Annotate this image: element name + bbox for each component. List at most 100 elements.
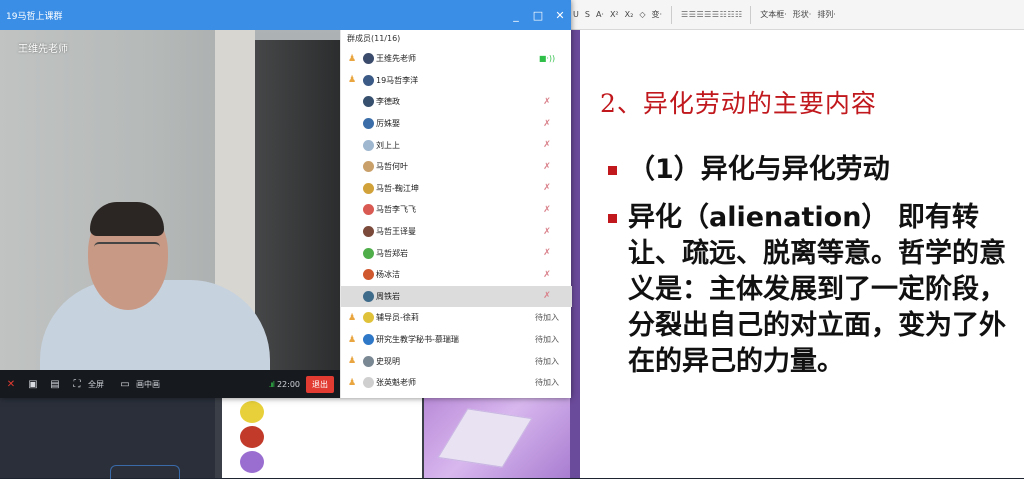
minimize-button[interactable]: _ [505, 9, 527, 22]
member-status: 待加入 [535, 378, 559, 388]
member-row[interactable]: ♟ 王维先老师 ■·)) [341, 48, 572, 70]
close-button[interactable]: ✕ [549, 9, 571, 22]
presentation-toolbar: U S A· X² X₂ ◇ 变· ☰ ☰ ☰ ☰ ☰ ☷ ☷ ☷ 文本框· 形… [570, 0, 1024, 30]
member-row[interactable]: 刘上上 ✗ [341, 134, 572, 156]
presenter-glasses [94, 242, 160, 252]
member-row[interactable]: ♟ 19马哲李洋 [341, 70, 572, 92]
presenter-icon[interactable]: ▤ [44, 379, 66, 390]
avatar [363, 247, 374, 259]
clear-format-button[interactable]: ◇ [636, 10, 648, 19]
member-count: 群成员(11/16) [347, 34, 401, 43]
background-cabinet [255, 40, 340, 370]
avatar [363, 118, 374, 130]
member-row[interactable]: ♟ 辅导员-徐莉 待加入 [341, 307, 572, 329]
mic-muted-icon: ✗ [543, 118, 551, 129]
avatar [363, 204, 374, 216]
mic-muted-icon: ✗ [543, 161, 551, 172]
avatar [363, 96, 374, 108]
title-bar[interactable]: 19马哲上课群 _ □ ✕ [0, 0, 571, 30]
maximize-button[interactable]: □ [527, 9, 549, 22]
strikethrough-button[interactable]: S [582, 10, 593, 19]
member-name: 马哲何叶 [376, 162, 408, 172]
slide-decoration [424, 395, 574, 478]
presenter-hair [90, 202, 164, 236]
person-icon: ♟ [347, 53, 357, 64]
member-row[interactable]: ♟ 张英魁老师 待加入 [341, 372, 572, 394]
mic-muted-icon: ✗ [543, 248, 551, 259]
member-name: 张英魁老师 [376, 378, 416, 388]
fullscreen-icon[interactable]: ⛶ [66, 379, 88, 390]
member-row[interactable]: 马哲郑岩 ✗ [341, 242, 572, 264]
member-row[interactable]: ♟ 史现明 待加入 [341, 350, 572, 372]
member-row[interactable]: 厉姝娶 ✗ [341, 113, 572, 135]
speaking-icon: ■·)) [538, 54, 556, 64]
toolbar-divider [671, 5, 673, 24]
superscript-button[interactable]: X² [607, 10, 622, 19]
subscript-button[interactable]: X₂ [622, 10, 637, 19]
bullet-text: （1）异化与异化劳动 [628, 154, 890, 185]
underline-button[interactable]: U [570, 10, 582, 19]
mic-muted-icon: ✗ [543, 269, 551, 280]
avatar [363, 182, 374, 194]
window-title: 19马哲上课群 [6, 11, 63, 22]
member-row[interactable]: 马哲王译曼 ✗ [341, 221, 572, 243]
slide-heading: 2、异化劳动的主要内容 [600, 89, 877, 118]
avatar [363, 334, 374, 346]
member-row[interactable]: 周铁岩 ✗ [341, 285, 572, 308]
mic-muted-icon: ✗ [543, 204, 551, 215]
person-icon: ♟ [347, 75, 357, 86]
change-case-button[interactable]: 变· [648, 9, 665, 20]
mic-muted-icon: ✗ [543, 96, 551, 107]
person-icon: ♟ [347, 334, 357, 345]
fullscreen-button[interactable]: 全屏 [88, 379, 104, 390]
shape-button[interactable]: 形状· [790, 9, 815, 20]
person-icon: ♟ [347, 377, 357, 388]
slide-bullet: （1）异化与异化劳动 [608, 152, 1008, 188]
member-status: 待加入 [535, 313, 559, 323]
video-feed[interactable]: 王维先老师 [0, 30, 340, 370]
avatar [363, 269, 374, 281]
mini-slide-icon [240, 401, 264, 423]
mic-muted-icon: ✗ [543, 183, 551, 194]
member-name: 刘上上 [376, 140, 400, 150]
textbox-button[interactable]: 文本框· [757, 9, 790, 20]
book-illustration [437, 408, 533, 468]
member-name: 19马哲李洋 [376, 75, 419, 85]
pip-button[interactable]: 画中画 [136, 379, 160, 390]
member-name: 辅导员-徐莉 [376, 313, 419, 323]
arrange-button[interactable]: 排列· [814, 9, 839, 20]
thumbnail-frame [110, 465, 180, 479]
member-name: 周铁岩 [376, 291, 400, 301]
avatar [363, 161, 374, 173]
pip-icon[interactable]: ▭ [114, 379, 136, 390]
member-name: 研究生教学秘书-慕瑞瑞 [376, 335, 459, 345]
align-icons[interactable]: ☰ ☰ ☰ ☰ ☰ ☷ ☷ ☷ [678, 10, 744, 19]
mic-muted-icon: ✗ [543, 291, 551, 302]
presenter-name: 王维先老师 [18, 44, 68, 55]
person-icon: ♟ [347, 312, 357, 323]
font-color-button[interactable]: A· [593, 10, 607, 19]
avatar [363, 53, 374, 65]
member-name: 王维先老师 [376, 54, 416, 64]
mini-slide-icon [240, 426, 264, 448]
member-row[interactable]: 杨冰洁 ✗ [341, 264, 572, 286]
share-screen-icon[interactable]: ▣ [22, 379, 44, 390]
mini-slide-preview [222, 395, 422, 478]
member-name: 马哲李飞飞 [376, 205, 416, 215]
avatar [363, 226, 374, 238]
member-name: 厉姝娶 [376, 119, 400, 129]
video-call-window: 19马哲上课群 _ □ ✕ 王维先老师 ✕ ▣ ▤ ⛶ 全屏 ▭ 画中画 .ıı… [0, 0, 572, 398]
member-name: 马哲-鞠江坤 [376, 183, 419, 193]
member-row[interactable]: 马哲何叶 ✗ [341, 156, 572, 178]
slide-canvas: 2、异化劳动的主要内容 （1）异化与异化劳动 异化（alienation） 即有… [580, 30, 1024, 478]
member-row[interactable]: 马哲李飞飞 ✗ [341, 199, 572, 221]
member-row[interactable]: 李德政 ✗ [341, 91, 572, 113]
bullet-text: 异化（alienation） 即有转让、疏远、脱离等意。哲学的意义是：主体发展到… [628, 202, 1006, 377]
camera-off-icon[interactable]: ✕ [0, 379, 22, 390]
member-row[interactable]: 马哲-鞠江坤 ✗ [341, 178, 572, 200]
member-row[interactable]: ♟ 研究生教学秘书-慕瑞瑞 待加入 [341, 329, 572, 351]
exit-button[interactable]: 退出 [306, 375, 334, 393]
mic-muted-icon: ✗ [543, 226, 551, 237]
person-icon: ♟ [347, 356, 357, 367]
bullet-square-icon [608, 166, 617, 175]
